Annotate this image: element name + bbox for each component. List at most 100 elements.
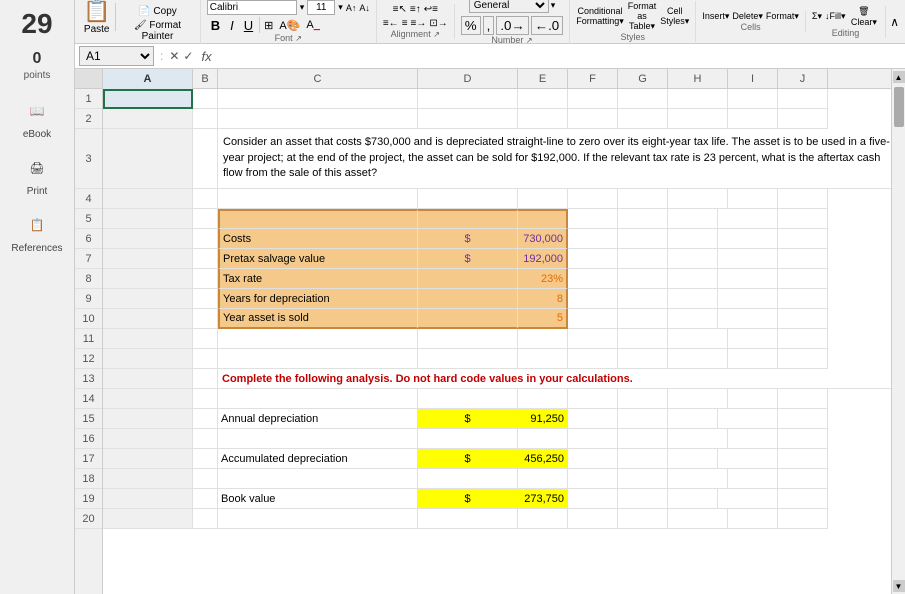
cell-e15[interactable]: 91,250 bbox=[518, 409, 568, 429]
cell-c11[interactable] bbox=[218, 329, 418, 349]
cell-i5[interactable] bbox=[718, 209, 778, 229]
format-painter-button[interactable]: 🖌 Format Painter bbox=[121, 19, 194, 43]
cell-b11[interactable] bbox=[193, 329, 218, 349]
scroll-up-button[interactable]: ▲ bbox=[893, 71, 905, 83]
cell-f7[interactable] bbox=[568, 249, 618, 269]
cut-button[interactable]: ✂ Cut bbox=[121, 0, 194, 4]
cell-b10[interactable] bbox=[193, 309, 218, 329]
cell-f2[interactable] bbox=[568, 109, 618, 129]
cell-f12[interactable] bbox=[568, 349, 618, 369]
align-top-center-button[interactable]: ≡↑ bbox=[410, 4, 421, 15]
cell-i2[interactable] bbox=[728, 109, 778, 129]
cell-f5[interactable] bbox=[568, 209, 618, 229]
cell-j2[interactable] bbox=[778, 109, 828, 129]
cell-j17[interactable] bbox=[778, 449, 828, 469]
autosum-button[interactable]: Σ▾ bbox=[812, 11, 822, 22]
cell-b15[interactable] bbox=[193, 409, 218, 429]
format-cells-button[interactable]: Format▾ bbox=[766, 11, 799, 22]
ribbon-collapse-button[interactable]: ∧ bbox=[886, 13, 903, 31]
cell-e4[interactable] bbox=[518, 189, 568, 209]
cell-b3[interactable] bbox=[193, 129, 218, 189]
cell-h1[interactable] bbox=[668, 89, 728, 109]
paste-button[interactable]: 📋 Paste bbox=[83, 0, 110, 35]
cell-c9[interactable]: Years for depreciation bbox=[218, 289, 418, 309]
cell-f1[interactable] bbox=[568, 89, 618, 109]
increase-font-button[interactable]: A↑ bbox=[346, 3, 357, 13]
cell-i15[interactable] bbox=[718, 409, 778, 429]
description-cell[interactable]: Consider an asset that costs $730,000 an… bbox=[218, 129, 891, 189]
cell-a20[interactable] bbox=[103, 509, 193, 529]
cell-d2[interactable] bbox=[418, 109, 518, 129]
cell-d5[interactable] bbox=[418, 209, 518, 229]
cell-b13[interactable] bbox=[193, 369, 218, 389]
cell-a12[interactable] bbox=[103, 349, 193, 369]
cell-c18[interactable] bbox=[218, 469, 418, 489]
cell-j16[interactable] bbox=[778, 429, 828, 449]
cell-c4[interactable] bbox=[218, 189, 418, 209]
cell-j6[interactable] bbox=[778, 229, 828, 249]
alignment-expander[interactable]: ↗ bbox=[433, 30, 440, 39]
font-size-input[interactable] bbox=[307, 0, 335, 15]
cell-j18[interactable] bbox=[778, 469, 828, 489]
cell-d18[interactable] bbox=[418, 469, 518, 489]
cell-i18[interactable] bbox=[728, 469, 778, 489]
cell-c15[interactable]: Annual depreciation bbox=[218, 409, 418, 429]
cell-g11[interactable] bbox=[618, 329, 668, 349]
cell-d19[interactable]: $ bbox=[418, 489, 518, 509]
cell-c2[interactable] bbox=[218, 109, 418, 129]
number-format-select[interactable]: General bbox=[469, 0, 549, 13]
col-header-g[interactable]: G bbox=[618, 69, 668, 89]
cell-f14[interactable] bbox=[568, 389, 618, 409]
cell-e8[interactable]: 23% bbox=[518, 269, 568, 289]
cell-a4[interactable] bbox=[103, 189, 193, 209]
cell-a6[interactable] bbox=[103, 229, 193, 249]
cell-a16[interactable] bbox=[103, 429, 193, 449]
fill-color-button[interactable]: A🎨 bbox=[277, 19, 302, 32]
format-as-table-button[interactable]: Format asTable▾ bbox=[628, 1, 657, 32]
cell-c7[interactable]: Pretax salvage value bbox=[218, 249, 418, 269]
cell-g7[interactable] bbox=[618, 249, 668, 269]
cell-b5[interactable] bbox=[193, 209, 218, 229]
cell-i12[interactable] bbox=[728, 349, 778, 369]
cell-g8[interactable] bbox=[618, 269, 668, 289]
cell-i17[interactable] bbox=[718, 449, 778, 469]
col-header-b[interactable]: B bbox=[193, 69, 218, 89]
cell-a14[interactable] bbox=[103, 389, 193, 409]
cell-c10[interactable]: Year asset is sold bbox=[218, 309, 418, 329]
conditional-formatting-button[interactable]: ConditionalFormatting▾ bbox=[576, 6, 624, 27]
cell-j9[interactable] bbox=[778, 289, 828, 309]
sidebar-item-print[interactable]: 🖨 Print bbox=[21, 152, 53, 197]
col-header-h[interactable]: H bbox=[668, 69, 728, 89]
cell-h7[interactable] bbox=[668, 249, 718, 269]
cell-b20[interactable] bbox=[193, 509, 218, 529]
cell-g14[interactable] bbox=[618, 389, 668, 409]
cell-a13[interactable] bbox=[103, 369, 193, 389]
cell-h8[interactable] bbox=[668, 269, 718, 289]
border-button[interactable]: ⊞ bbox=[262, 19, 275, 32]
cell-f20[interactable] bbox=[568, 509, 618, 529]
comma-button[interactable]: , bbox=[483, 16, 495, 35]
sidebar-item-references[interactable]: 📋 References bbox=[11, 209, 62, 254]
cell-c5[interactable] bbox=[218, 209, 418, 229]
cell-c20[interactable] bbox=[218, 509, 418, 529]
cell-e19[interactable]: 273,750 bbox=[518, 489, 568, 509]
cell-i10[interactable] bbox=[718, 309, 778, 329]
cell-f15[interactable] bbox=[568, 409, 618, 429]
formula-input[interactable] bbox=[220, 49, 901, 63]
cell-a8[interactable] bbox=[103, 269, 193, 289]
cell-g5[interactable] bbox=[618, 209, 668, 229]
cell-i4[interactable] bbox=[728, 189, 778, 209]
cell-j7[interactable] bbox=[778, 249, 828, 269]
cell-e9[interactable]: 8 bbox=[518, 289, 568, 309]
cell-a10[interactable] bbox=[103, 309, 193, 329]
cell-b14[interactable] bbox=[193, 389, 218, 409]
cell-g1[interactable] bbox=[618, 89, 668, 109]
cell-g20[interactable] bbox=[618, 509, 668, 529]
cell-a5[interactable] bbox=[103, 209, 193, 229]
cell-c19[interactable]: Book value bbox=[218, 489, 418, 509]
cell-h5[interactable] bbox=[668, 209, 718, 229]
font-color-button[interactable]: A_ bbox=[304, 19, 321, 31]
cell-j19[interactable] bbox=[778, 489, 828, 509]
cell-e12[interactable] bbox=[518, 349, 568, 369]
cell-c17[interactable]: Accumulated depreciation bbox=[218, 449, 418, 469]
